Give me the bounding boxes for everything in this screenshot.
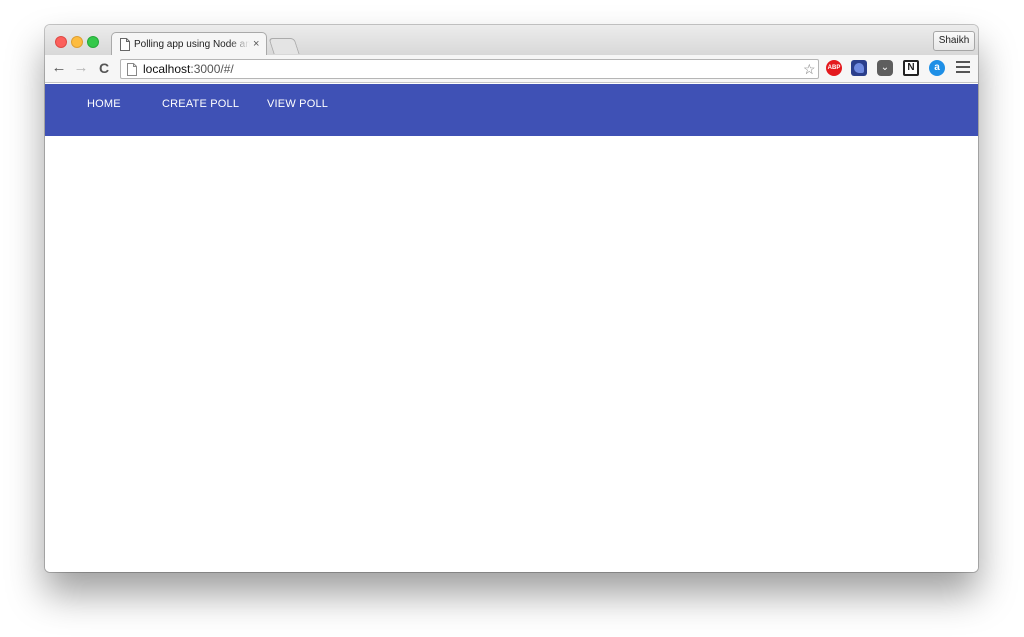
url-host: localhost [143, 62, 191, 76]
back-arrow-icon[interactable]: ← [49, 58, 69, 78]
nav-view-poll-link[interactable]: VIEW POLL [267, 84, 328, 124]
browser-tab-active[interactable]: Polling app using Node and Angular × [111, 32, 267, 56]
nav-home-link[interactable]: HOME [87, 84, 121, 124]
pocket-icon[interactable]: ⌄ [877, 60, 893, 76]
window-maximize-button[interactable] [87, 36, 99, 48]
browser-menu-icon[interactable] [956, 61, 970, 75]
title-bar: Polling app using Node and Angular × Sha… [45, 25, 978, 56]
new-tab-button[interactable] [268, 38, 300, 54]
adblock-plus-icon[interactable]: ABP [826, 60, 842, 76]
page-icon [127, 63, 137, 76]
profile-button[interactable]: Shaikh [933, 31, 975, 51]
url-path: :3000/#/ [190, 62, 234, 76]
address-url[interactable]: localhost:3000/#/ [143, 62, 234, 77]
browser-window: Polling app using Node and Angular × Sha… [45, 25, 978, 572]
address-bar[interactable]: localhost:3000/#/ ☆ [120, 59, 819, 79]
window-minimize-button[interactable] [71, 36, 83, 48]
page-icon [120, 38, 130, 51]
tab-title: Polling app using Node and Angular [134, 39, 250, 50]
window-close-button[interactable] [55, 36, 67, 48]
browser-toolbar: ← → C localhost:3000/#/ ☆ ABP ⌄ N a [45, 55, 978, 83]
extension-dash-icon[interactable] [851, 60, 867, 76]
reload-icon[interactable]: C [94, 58, 114, 78]
nav-create-poll-link[interactable]: CREATE POLL [162, 84, 239, 124]
notion-icon[interactable]: N [903, 60, 919, 76]
page-content [45, 136, 978, 572]
amazon-assistant-icon[interactable]: a [929, 60, 945, 76]
forward-arrow-icon[interactable]: → [71, 58, 91, 78]
tab-close-icon[interactable]: × [253, 37, 259, 51]
app-navbar: HOME CREATE POLL VIEW POLL [45, 84, 978, 136]
bookmark-star-icon[interactable]: ☆ [803, 61, 816, 77]
